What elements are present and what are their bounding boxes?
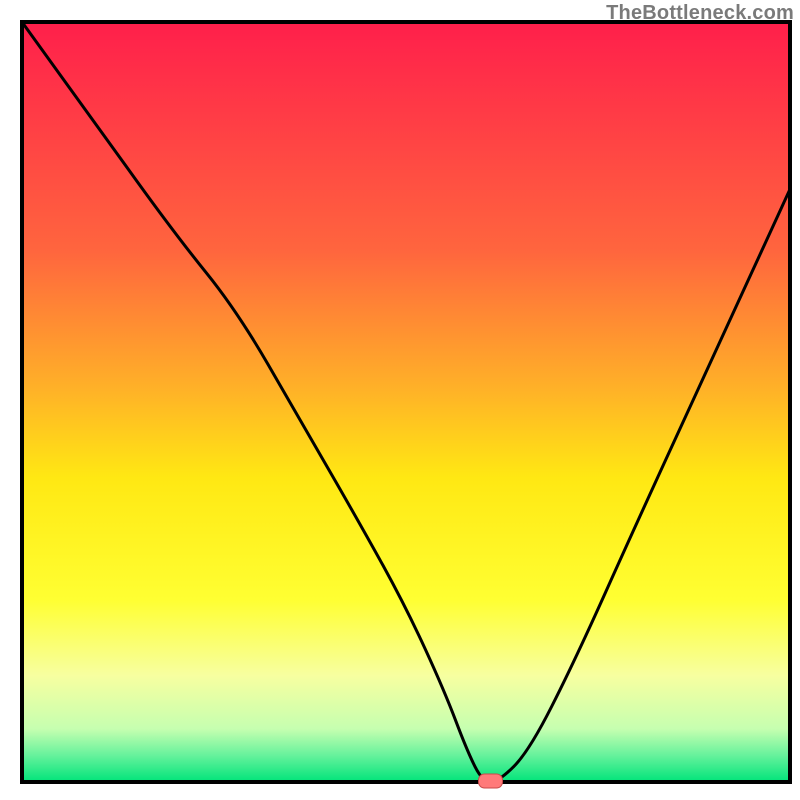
plot-background (22, 22, 790, 782)
optimal-marker (479, 774, 503, 788)
chart-container: TheBottleneck.com (0, 0, 800, 800)
bottleneck-chart (0, 0, 800, 800)
